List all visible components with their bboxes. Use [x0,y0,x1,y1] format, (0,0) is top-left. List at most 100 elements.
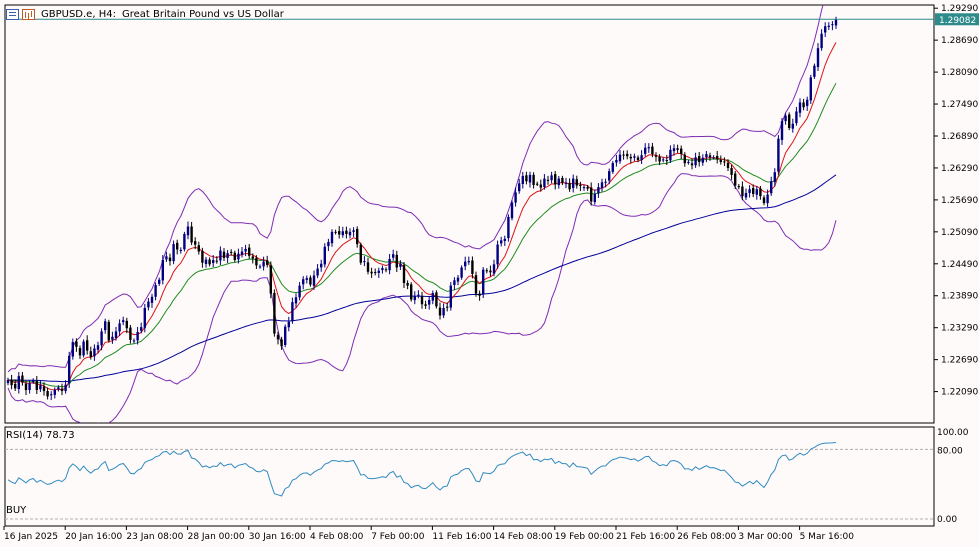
candle-body [514,192,517,203]
candle-body [654,155,658,157]
candle-body [777,138,780,172]
candle-body [424,304,427,306]
candle-body [251,256,254,259]
candle-body [478,293,481,296]
candle-body [629,156,632,159]
candle-body [226,253,229,258]
candle-body [6,379,10,384]
candle-body [662,159,665,161]
candle-body [24,383,28,390]
candle-body [773,172,776,182]
candle-body [550,175,553,181]
time-tick-label: 4 Feb 08:00 [310,532,364,542]
candle-body [89,351,92,357]
candle-body [536,183,539,185]
candle-body [435,292,438,307]
candle-body [438,307,442,316]
candle-body [150,296,154,303]
price-tick-label: 1.23290 [941,324,978,334]
time-tick-label: 28 Jan 00:00 [188,532,245,542]
candle-body [669,149,672,161]
candle-body [539,184,542,188]
price-tick-label: 1.24490 [941,260,978,270]
candle-body [464,261,467,267]
candle-body [741,186,744,197]
candle-body [10,379,13,386]
candle-body [273,292,276,334]
candle-body [590,187,593,202]
candle-body [788,114,791,129]
candle-body [359,244,362,263]
candle-body [363,261,366,263]
price-tick-label: 1.22690 [941,356,978,366]
candle-body [392,254,395,258]
candle-body [280,339,283,347]
bar-chart-icon[interactable] [22,8,35,20]
candle-body [244,248,247,252]
candle-body [759,188,762,197]
candle-body [752,187,755,195]
candle-body [388,258,391,271]
price-tick-label: 1.23890 [941,292,978,302]
candle-body [190,226,193,243]
candle-body [201,250,204,263]
candle-body [212,260,215,264]
candle-body [312,275,316,286]
candle-body [665,160,668,162]
candle-body [766,194,769,204]
candle-body [374,272,377,274]
candle-body [32,380,35,382]
time-tick-label: 19 Feb 00:00 [555,532,614,542]
candle-body [575,179,578,186]
candle-body [636,157,640,160]
time-tick-label: 30 Jan 16:00 [249,532,306,542]
candle-body [507,216,510,239]
candle-body [147,301,150,308]
candle-body [485,270,488,272]
candle-body [215,260,218,262]
candle-body [672,148,676,152]
candle-body [284,326,287,346]
candle-body [197,245,200,252]
candle-body [111,336,114,340]
candle-body [557,178,560,186]
candle-body [132,340,136,342]
ma-slow-line [7,174,837,383]
candle-body [161,260,164,281]
price-tick-label: 1.26890 [941,132,978,142]
chart-canvas: 1.29290 1.28690 1.28090 1.27490 1.26890 1.262… [3,4,979,542]
tile-windows-icon[interactable] [6,8,19,20]
candle-body [521,175,524,185]
candle-body [798,102,802,113]
candle-body [172,244,175,262]
candle-body [158,279,161,284]
candle-body [543,178,546,188]
candle-body [831,24,834,26]
candle-body [420,295,424,305]
candle-body [428,299,431,305]
candle-body [266,260,269,265]
price-tick-label: 1.28690 [941,36,978,46]
rsi-level-label: 80.00 [937,446,963,456]
rsi-label: RSI(14) 78.73 [6,430,75,441]
candle-body [294,297,298,304]
candle-body [46,391,49,397]
candle-body [528,174,532,183]
candle-body [154,285,157,297]
candle-body [413,296,416,301]
candle-body [96,345,100,350]
candle-body [431,293,434,301]
candle-body [255,257,258,266]
candle-body [53,389,56,395]
candle-body [489,270,492,273]
candle-body [532,174,535,185]
candle-body [21,375,24,383]
candle-body [269,265,272,294]
candle-body [93,348,96,357]
candle-body [204,259,208,265]
candle-body [442,307,445,316]
candle-body [237,253,240,260]
candle-body [86,340,89,351]
candle-body [399,263,402,267]
candle-body [723,161,726,163]
